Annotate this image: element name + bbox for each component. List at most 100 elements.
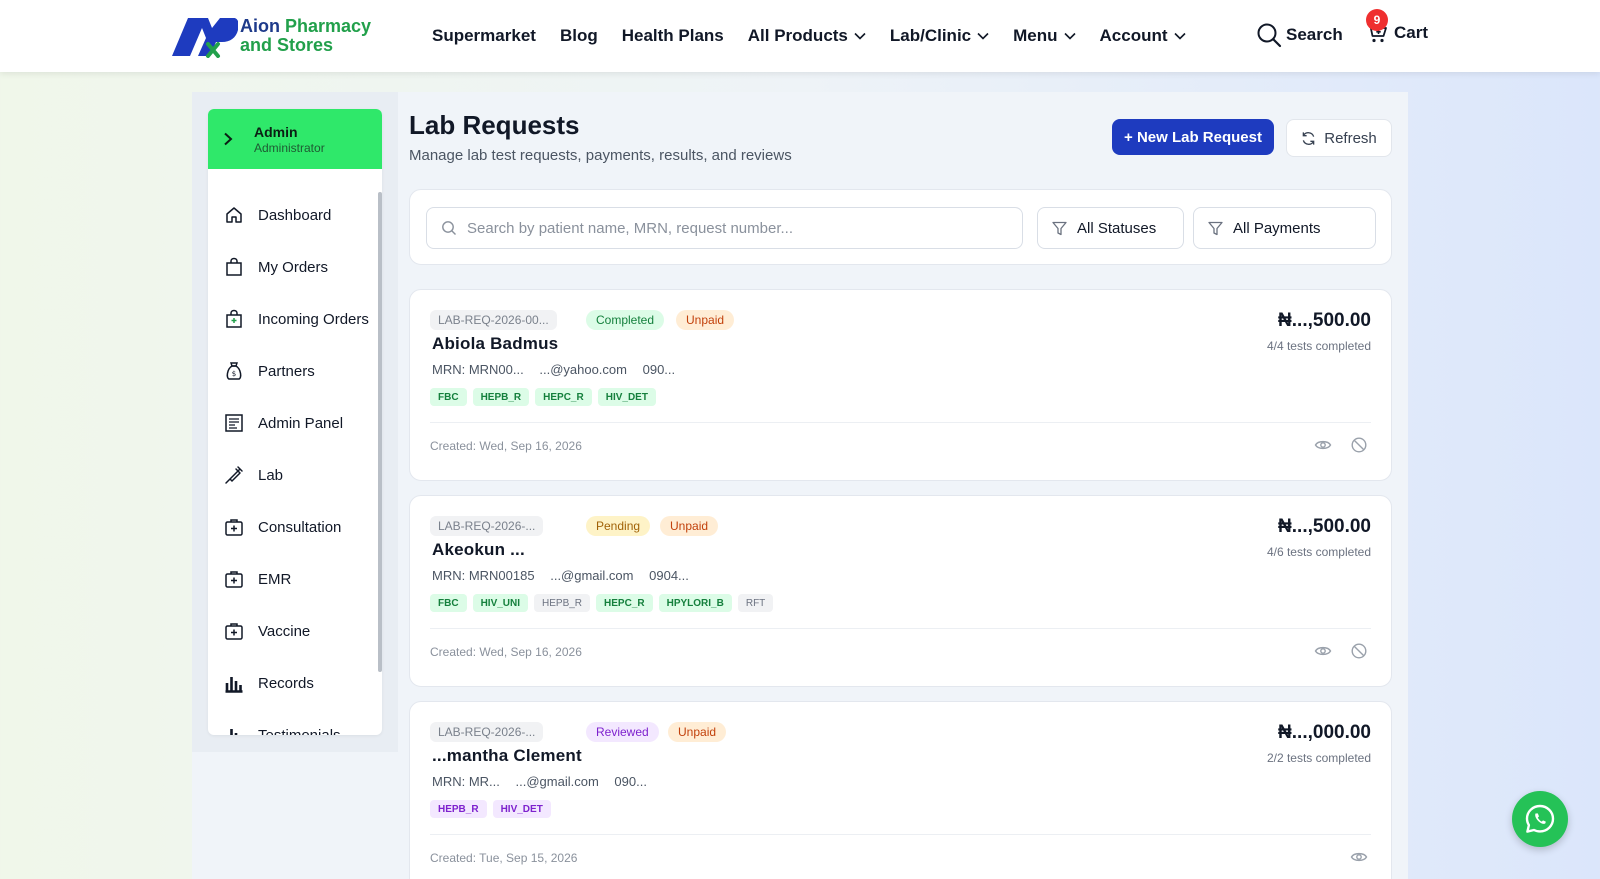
svg-text:$: $	[232, 370, 236, 378]
patient-phone: 090...	[642, 362, 676, 377]
search-icon	[442, 221, 456, 235]
nav-label: Account	[1099, 26, 1168, 45]
medical-kit-icon	[225, 519, 243, 536]
request-amount: ₦...,000.00	[1278, 722, 1371, 743]
test-tag: HIV_DET	[492, 800, 551, 818]
sidebar-item-lab[interactable]: Lab	[208, 449, 378, 501]
refresh-icon	[1302, 131, 1315, 145]
sidebar-item-label: Consultation	[258, 518, 342, 536]
ban-icon[interactable]	[1350, 642, 1368, 660]
tests-progress: 4/4 tests completed	[1266, 339, 1371, 353]
eye-icon[interactable]	[1314, 436, 1332, 454]
card-divider	[430, 628, 1371, 629]
nav-label: All Products	[747, 26, 848, 45]
shopping-bag-plus-icon	[226, 309, 242, 328]
page-title: Lab Requests	[409, 110, 580, 140]
user-role: Administrator	[254, 140, 325, 155]
nav-label: Health Plans	[621, 26, 724, 45]
patient-mrn: MRN: MRN00...	[432, 362, 524, 377]
sidebar-menu: Dashboard My Orders Incoming Orders $ Pa…	[208, 189, 378, 735]
eye-icon[interactable]	[1314, 642, 1332, 660]
payment-badge: Unpaid	[676, 310, 735, 330]
test-tag: HEPC_R	[535, 388, 592, 406]
user-profile-toggle[interactable]: Admin Administrator	[208, 109, 382, 169]
request-number: LAB-REQ-2026-...	[430, 516, 544, 536]
ban-icon[interactable]	[1350, 436, 1368, 454]
status-badge: Pending	[586, 516, 651, 536]
header-search-button[interactable]: Search	[1256, 22, 1343, 48]
brand-logo[interactable]: Aion Pharmacy and Stores	[168, 14, 371, 58]
patient-contact: MRN: MRN00185 ...@gmail.com 0904...	[432, 568, 701, 583]
nav-health-plans[interactable]: Health Plans	[622, 26, 724, 46]
sidebar-item-my-orders[interactable]: My Orders	[208, 241, 378, 293]
sidebar-item-label: Records	[258, 674, 314, 692]
sidebar-item-label: Vaccine	[258, 622, 311, 640]
test-tag: HEPB_R	[534, 594, 591, 612]
lab-request-card[interactable]: LAB-REQ-2026-00... Completed Unpaid Abio…	[409, 289, 1392, 481]
medical-kit-icon	[225, 623, 243, 640]
created-date: Created: Wed, Sep 16, 2026	[430, 645, 582, 659]
chevron-down-icon	[977, 32, 989, 40]
status-filter-value: All Statuses	[1077, 219, 1157, 237]
whatsapp-icon	[1525, 804, 1555, 833]
card-divider	[430, 422, 1371, 423]
sidebar-scrollbar[interactable]	[378, 192, 382, 672]
nav-label: Blog	[559, 26, 598, 45]
chevron-down-icon	[854, 32, 866, 40]
nav-menu[interactable]: Menu	[1013, 26, 1076, 46]
home-icon	[226, 207, 242, 223]
lab-request-card[interactable]: LAB-REQ-2026-... Reviewed Unpaid ...mant…	[409, 701, 1392, 879]
refresh-button[interactable]: Refresh	[1286, 119, 1392, 157]
sidebar-item-dashboard[interactable]: Dashboard	[208, 189, 378, 241]
patient-email: ...@gmail.com	[550, 568, 634, 583]
patient-phone: 090...	[614, 774, 647, 789]
user-name: Admin	[254, 123, 298, 140]
payment-badge: Unpaid	[668, 722, 727, 742]
chevron-right-icon	[224, 132, 233, 146]
nav-all-products[interactable]: All Products	[748, 26, 866, 46]
patient-phone: 0904...	[649, 568, 689, 583]
nav-account[interactable]: Account	[1100, 26, 1186, 46]
request-amount: ₦...,500.00	[1278, 310, 1371, 331]
shopping-bag-icon	[226, 257, 242, 276]
patient-email: ...@gmail.com	[515, 774, 599, 789]
sidebar-item-testimonials[interactable]: Testimonials	[208, 709, 378, 735]
request-number: LAB-REQ-2026-...	[430, 722, 544, 742]
nav-label: Menu	[1013, 26, 1058, 45]
sidebar-item-records[interactable]: Records	[208, 657, 378, 709]
request-amount: ₦...,500.00	[1278, 516, 1371, 537]
syringe-icon	[225, 466, 243, 484]
brand-line2: and Stores	[240, 35, 334, 55]
whatsapp-chat-button[interactable]	[1512, 791, 1568, 847]
nav-blog[interactable]: Blog	[560, 26, 598, 46]
test-tags: FBC HEPB_R HEPC_R HIV_DET	[430, 388, 656, 406]
sidebar-item-vaccine[interactable]: Vaccine	[208, 605, 378, 657]
sidebar-item-emr[interactable]: EMR	[208, 553, 378, 605]
header-cart-button[interactable]: 9 Cart	[1366, 9, 1428, 44]
test-tag: FBC	[430, 594, 467, 612]
sidebar-item-incoming-orders[interactable]: Incoming Orders	[208, 293, 378, 345]
brand-line1b: Pharmacy	[285, 16, 372, 36]
sidebar-item-label: My Orders	[258, 258, 329, 276]
nav-supermarket[interactable]: Supermarket	[432, 26, 536, 46]
status-filter-select[interactable]: All Statuses	[1037, 207, 1184, 249]
payment-badge: Unpaid	[660, 516, 719, 536]
search-input[interactable]	[467, 219, 1007, 237]
filter-icon	[1208, 221, 1223, 235]
eye-icon[interactable]	[1350, 848, 1368, 866]
sidebar-item-consultation[interactable]: Consultation	[208, 501, 378, 553]
nav-lab-clinic[interactable]: Lab/Clinic	[890, 26, 989, 46]
cart-count-badge: 9	[1366, 9, 1388, 31]
test-tag: HEPC_R	[596, 594, 653, 612]
payment-filter-value: All Payments	[1233, 219, 1321, 237]
new-lab-request-button[interactable]: + New Lab Request	[1112, 119, 1274, 155]
lab-request-card[interactable]: LAB-REQ-2026-... Pending Unpaid Akeokun …	[409, 495, 1392, 687]
sidebar-item-partners[interactable]: $ Partners	[208, 345, 378, 397]
payment-filter-select[interactable]: All Payments	[1193, 207, 1376, 249]
patient-name: Abiola Badmus	[432, 334, 559, 353]
sidebar-item-label: Partners	[258, 362, 315, 380]
sidebar-item-admin-panel[interactable]: Admin Panel	[208, 397, 378, 449]
lab-request-search[interactable]	[426, 207, 1023, 249]
patient-name: Akeokun ...	[432, 540, 525, 559]
sidebar: Admin Administrator Dashboard My Orders …	[208, 109, 382, 735]
